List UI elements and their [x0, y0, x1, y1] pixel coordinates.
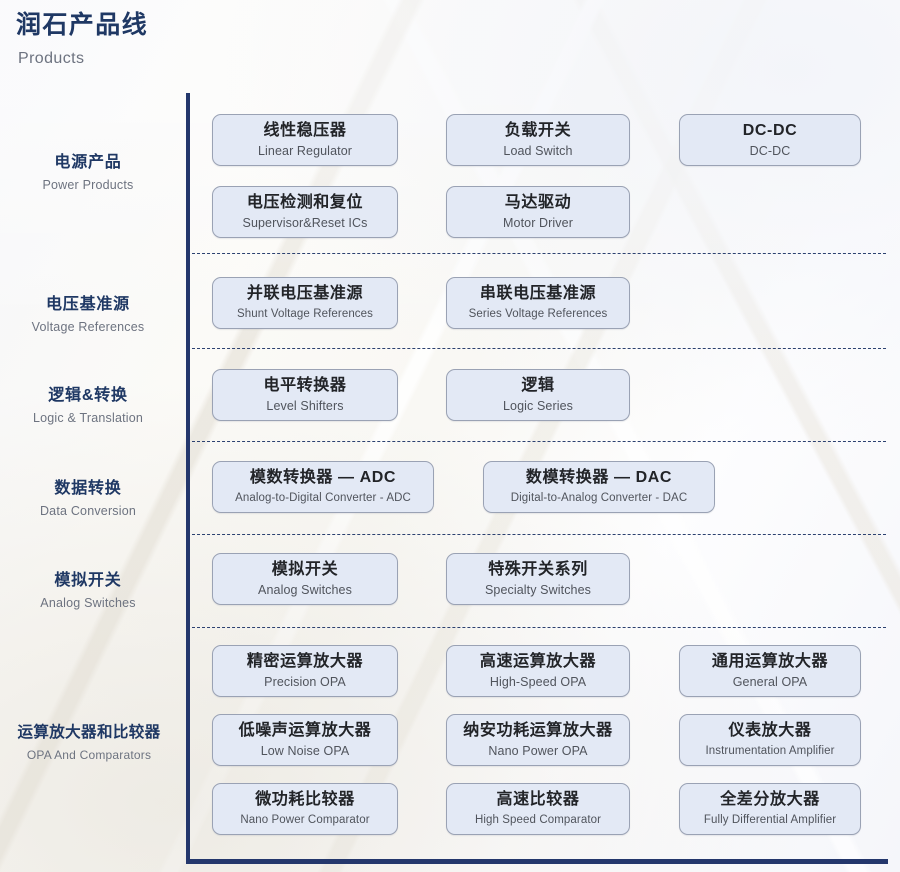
product-card-title-en: Analog-to-Digital Converter - ADC: [235, 492, 411, 504]
product-card-title-en: Precision OPA: [264, 675, 346, 689]
category-label-en: Logic & Translation: [32, 411, 144, 425]
product-card-title-zh: 电压检测和复位: [246, 194, 364, 211]
category-label-zh: 电源产品: [54, 154, 122, 171]
category-label-zh: 逻辑&转换: [48, 387, 128, 404]
product-card-title-zh: 马达驱动: [504, 194, 572, 211]
product-card-title-zh: 电平转换器: [263, 377, 347, 394]
page-subtitle: Products: [18, 50, 85, 67]
product-card[interactable]: 逻辑 Logic Series: [446, 369, 630, 421]
category-label-en: Voltage References: [31, 320, 145, 334]
product-card[interactable]: 模拟开关 Analog Switches: [212, 553, 398, 605]
product-card-title-en: Fully Differential Amplifier: [703, 814, 837, 826]
frame-bottom-rule: [186, 859, 888, 864]
product-card[interactable]: 串联电压基准源 Series Voltage References: [446, 277, 630, 329]
product-card[interactable]: 线性稳压器 Linear Regulator: [212, 114, 398, 166]
product-card-title-en: Analog Switches: [258, 583, 352, 597]
category-label-zh: 运算放大器和比较器: [17, 724, 161, 741]
product-card[interactable]: 高速运算放大器 High-Speed OPA: [446, 645, 630, 697]
product-card-title-zh: DC-DC: [742, 122, 798, 139]
page-title: 润石产品线: [16, 11, 149, 39]
product-card[interactable]: 高速比较器 High Speed Comparator: [446, 783, 630, 835]
product-card[interactable]: 并联电压基准源 Shunt Voltage References: [212, 277, 398, 329]
product-card[interactable]: 负载开关 Load Switch: [446, 114, 630, 166]
category-divider-analog-switches: [192, 534, 886, 535]
category-label-en: Data Conversion: [39, 504, 137, 518]
product-card-title-zh: 精密运算放大器: [246, 653, 364, 670]
category-label-opa-comparators: 运算放大器和比较器 OPA And Comparators: [0, 722, 182, 764]
product-card-title-en: High Speed Comparator: [474, 814, 602, 826]
product-card-title-zh: 逻辑: [521, 377, 555, 394]
category-label-en: Power Products: [42, 178, 134, 192]
product-card-title-en: Shunt Voltage References: [236, 308, 374, 320]
category-label-data-conversion: 数据转换 Data Conversion: [0, 478, 176, 520]
product-card-title-en: Low Noise OPA: [260, 744, 350, 758]
product-card-title-en: Nano Power Comparator: [240, 814, 370, 826]
product-card[interactable]: 低噪声运算放大器 Low Noise OPA: [212, 714, 398, 766]
product-card-title-zh: 线性稳压器: [263, 122, 347, 139]
product-card-title-en: DC-DC: [749, 144, 791, 158]
product-card[interactable]: 数模转换器 — DAC Digital-to-Analog Converter -…: [483, 461, 715, 513]
page-header: 润石产品线 Products: [16, 8, 436, 70]
product-card-title-zh: 负载开关: [504, 122, 572, 139]
product-card-title-zh: 仪表放大器: [728, 722, 812, 739]
product-card-title-en: Instrumentation Amplifier: [705, 745, 835, 757]
product-card-title-en: Linear Regulator: [257, 144, 353, 158]
product-card[interactable]: 仪表放大器 Instrumentation Amplifier: [679, 714, 861, 766]
category-label-power-products: 电源产品 Power Products: [0, 152, 176, 194]
category-divider-voltage-references: [192, 253, 886, 254]
product-card[interactable]: 马达驱动 Motor Driver: [446, 186, 630, 238]
product-card-title-zh: 微功耗比较器: [255, 791, 355, 808]
product-card-title-zh: 模数转换器 — ADC: [249, 469, 397, 486]
product-card-title-en: Nano Power OPA: [488, 744, 588, 758]
product-card[interactable]: 通用运算放大器 General OPA: [679, 645, 861, 697]
product-card-title-en: Specialty Switches: [484, 583, 591, 597]
product-card-title-zh: 模拟开关: [271, 561, 339, 578]
product-card[interactable]: 精密运算放大器 Precision OPA: [212, 645, 398, 697]
category-label-zh: 模拟开关: [54, 572, 122, 589]
product-card[interactable]: 微功耗比较器 Nano Power Comparator: [212, 783, 398, 835]
category-label-voltage-references: 电压基准源 Voltage References: [0, 294, 176, 336]
product-card-title-zh: 纳安功耗运算放大器: [463, 722, 613, 739]
product-card-title-en: Supervisor&Reset ICs: [242, 216, 368, 230]
category-label-en: Analog Switches: [40, 596, 136, 610]
product-card[interactable]: 电压检测和复位 Supervisor&Reset ICs: [212, 186, 398, 238]
category-label-logic-translation: 逻辑&转换 Logic & Translation: [0, 385, 176, 427]
product-card[interactable]: 纳安功耗运算放大器 Nano Power OPA: [446, 714, 630, 766]
product-card-title-en: Level Shifters: [266, 399, 344, 413]
product-card-title-en: General OPA: [732, 675, 808, 689]
category-divider-opa-comparators: [192, 627, 886, 628]
product-card-title-zh: 数模转换器 — DAC: [525, 469, 673, 486]
product-card-title-zh: 全差分放大器: [720, 791, 820, 808]
product-card[interactable]: 模数转换器 — ADC Analog-to-Digital Converter -…: [212, 461, 434, 513]
product-card-title-en: Load Switch: [503, 144, 573, 158]
product-card-title-zh: 高速比较器: [496, 791, 580, 808]
product-card[interactable]: 电平转换器 Level Shifters: [212, 369, 398, 421]
category-label-zh: 电压基准源: [45, 296, 130, 313]
frame-vertical-rule: [186, 93, 190, 863]
product-card-title-en: Digital-to-Analog Converter - DAC: [510, 492, 688, 504]
product-card-title-zh: 特殊开关系列: [488, 561, 588, 578]
product-card[interactable]: DC-DC DC-DC: [679, 114, 861, 166]
category-label-analog-switches: 模拟开关 Analog Switches: [0, 570, 176, 612]
product-card[interactable]: 特殊开关系列 Specialty Switches: [446, 553, 630, 605]
product-card-title-en: Series Voltage References: [468, 308, 608, 320]
category-label-en: OPA And Comparators: [26, 748, 152, 762]
product-card-title-en: High-Speed OPA: [489, 675, 587, 689]
category-divider-data-conversion: [192, 441, 886, 442]
product-card-title-zh: 通用运算放大器: [711, 653, 829, 670]
category-label-zh: 数据转换: [54, 480, 122, 497]
category-divider-logic-translation: [192, 348, 886, 349]
product-card-title-en: Motor Driver: [503, 216, 573, 230]
product-card-title-zh: 串联电压基准源: [479, 285, 597, 302]
product-card-title-zh: 高速运算放大器: [479, 653, 597, 670]
product-card[interactable]: 全差分放大器 Fully Differential Amplifier: [679, 783, 861, 835]
product-card-title-zh: 低噪声运算放大器: [238, 722, 372, 739]
product-card-title-zh: 并联电压基准源: [246, 285, 364, 302]
product-card-title-en: Logic Series: [503, 399, 573, 413]
